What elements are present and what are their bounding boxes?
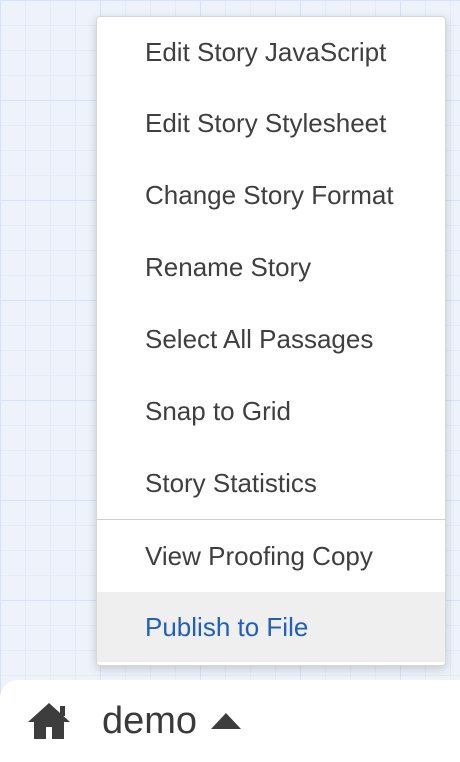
caret-up-icon xyxy=(209,711,243,731)
menu-item-label: View Proofing Copy xyxy=(145,540,373,571)
story-menu: Edit Story JavaScript Edit Story Stylesh… xyxy=(96,16,446,666)
menu-item-edit-story-stylesheet[interactable]: Edit Story Stylesheet xyxy=(97,87,445,159)
menu-item-snap-to-grid[interactable]: Snap to Grid xyxy=(97,375,445,447)
menu-item-label: Select All Passages xyxy=(145,323,374,354)
menu-item-label: Story Statistics xyxy=(145,467,317,498)
menu-item-label: Snap to Grid xyxy=(145,395,291,426)
menu-item-rename-story[interactable]: Rename Story xyxy=(97,231,445,303)
menu-item-publish-to-file[interactable]: Publish to File xyxy=(97,592,445,662)
menu-item-label: Change Story Format xyxy=(145,179,394,210)
menu-item-label: Publish to File xyxy=(145,611,309,642)
menu-item-edit-story-javascript[interactable]: Edit Story JavaScript xyxy=(97,17,445,87)
menu-item-change-story-format[interactable]: Change Story Format xyxy=(97,159,445,231)
menu-item-select-all-passages[interactable]: Select All Passages xyxy=(97,303,445,375)
story-name: demo xyxy=(102,700,198,742)
menu-item-label: Edit Story JavaScript xyxy=(145,36,387,67)
bottom-toolbar: demo xyxy=(0,680,460,762)
story-menu-button[interactable]: demo xyxy=(102,702,243,740)
menu-item-view-proofing-copy[interactable]: View Proofing Copy xyxy=(97,520,445,592)
home-icon[interactable] xyxy=(26,701,72,741)
menu-item-label: Rename Story xyxy=(145,251,312,282)
menu-item-story-statistics[interactable]: Story Statistics xyxy=(97,447,445,519)
menu-item-label: Edit Story Stylesheet xyxy=(145,107,387,138)
